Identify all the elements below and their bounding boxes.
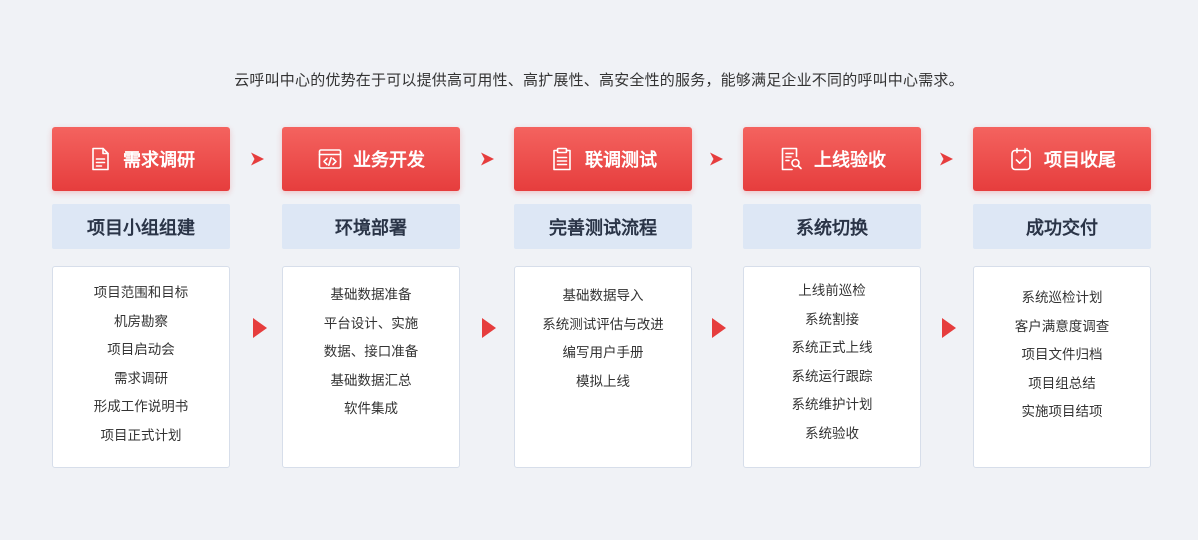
list-item: 基础数据汇总 <box>330 372 412 389</box>
stage-phase: 环境部署 <box>282 204 460 249</box>
list-item: 系统测试评估与改进 <box>542 316 664 333</box>
stage-column-acceptance: 上线验收 系统切换 上线前巡检 系统割接 系统正式上线 系统运行跟踪 系统维护计… <box>743 127 921 468</box>
code-window-icon <box>317 146 343 172</box>
stage-task-list: 项目范围和目标 机房勘察 项目启动会 需求调研 形成工作说明书 项目正式计划 <box>52 266 230 468</box>
list-item: 模拟上线 <box>576 373 630 390</box>
list-item: 项目启动会 <box>107 342 175 358</box>
stage-phase: 成功交付 <box>973 204 1151 249</box>
arrow-right-icon <box>253 318 267 338</box>
list-item: 软件集成 <box>344 401 398 417</box>
clipboard-check-icon <box>1008 146 1034 172</box>
page-subtitle: 云呼叫中心的优势在于可以提供高可用性、高扩展性、高安全性的服务，能够满足企业不同… <box>234 71 964 89</box>
list-item: 形成工作说明书 <box>93 399 189 415</box>
chevron-right-icon <box>710 152 723 166</box>
list-item: 客户满意度调查 <box>1014 318 1110 335</box>
document-search-icon <box>778 146 804 172</box>
stage-task-list: 系统巡检计划 客户满意度调查 项目文件归档 项目组总结 实施项目结项 <box>973 266 1151 468</box>
list-item: 系统验收 <box>805 425 859 442</box>
list-item: 基础数据准备 <box>330 287 412 303</box>
stage-phase: 完善测试流程 <box>514 204 692 249</box>
arrow-right-icon <box>482 318 496 338</box>
list-item: 机房勘察 <box>114 313 168 330</box>
list-item: 编写用户手册 <box>562 345 644 361</box>
list-item: 系统运行跟踪 <box>791 368 873 385</box>
document-icon <box>87 146 113 172</box>
stage-column-testing: 联调测试 完善测试流程 基础数据导入 系统测试评估与改进 编写用户手册 模拟上线 <box>514 127 692 468</box>
stage-header: 联调测试 <box>514 127 692 191</box>
stage-title: 业务开发 <box>353 150 425 171</box>
stage-header: 业务开发 <box>282 127 460 191</box>
list-item: 系统维护计划 <box>791 397 873 413</box>
stage-phase: 项目小组组建 <box>52 204 230 249</box>
stage-title: 需求调研 <box>123 150 195 171</box>
chevron-right-icon <box>481 152 494 166</box>
list-item: 基础数据导入 <box>562 288 644 304</box>
stage-phase: 系统切换 <box>743 204 921 249</box>
stage-task-list: 上线前巡检 系统割接 系统正式上线 系统运行跟踪 系统维护计划 系统验收 <box>743 266 921 468</box>
list-item: 实施项目结项 <box>1021 404 1103 420</box>
stage-column-development: 业务开发 环境部署 基础数据准备 平台设计、实施 数据、接口准备 基础数据汇总 … <box>282 127 460 468</box>
list-item: 上线前巡检 <box>798 283 866 299</box>
stage-header: 上线验收 <box>743 127 921 191</box>
list-item: 系统巡检计划 <box>1021 290 1103 306</box>
clipboard-list-icon <box>549 146 575 172</box>
stage-column-closure: 项目收尾 成功交付 系统巡检计划 客户满意度调查 项目文件归档 项目组总结 实施… <box>973 127 1151 468</box>
list-item: 系统割接 <box>805 311 859 328</box>
stage-title: 上线验收 <box>814 150 886 171</box>
list-item: 需求调研 <box>114 370 168 387</box>
stage-header: 需求调研 <box>52 127 230 191</box>
chevron-right-icon <box>251 152 264 166</box>
list-item: 项目正式计划 <box>100 427 182 444</box>
chevron-right-icon <box>940 152 953 166</box>
stage-column-requirements: 需求调研 项目小组组建 项目范围和目标 机房勘察 项目启动会 需求调研 形成工作… <box>52 127 230 468</box>
stage-title: 联调测试 <box>585 150 657 171</box>
list-item: 数据、接口准备 <box>323 344 419 360</box>
stage-task-list: 基础数据导入 系统测试评估与改进 编写用户手册 模拟上线 <box>514 266 692 468</box>
arrow-right-icon <box>942 318 956 338</box>
stage-task-list: 基础数据准备 平台设计、实施 数据、接口准备 基础数据汇总 软件集成 <box>282 266 460 468</box>
list-item: 项目文件归档 <box>1021 347 1103 363</box>
list-item: 系统正式上线 <box>791 340 873 356</box>
stage-title: 项目收尾 <box>1044 150 1116 171</box>
stage-header: 项目收尾 <box>973 127 1151 191</box>
list-item: 平台设计、实施 <box>323 315 419 332</box>
list-item: 项目组总结 <box>1028 375 1096 392</box>
arrow-right-icon <box>712 318 726 338</box>
list-item: 项目范围和目标 <box>93 285 189 301</box>
